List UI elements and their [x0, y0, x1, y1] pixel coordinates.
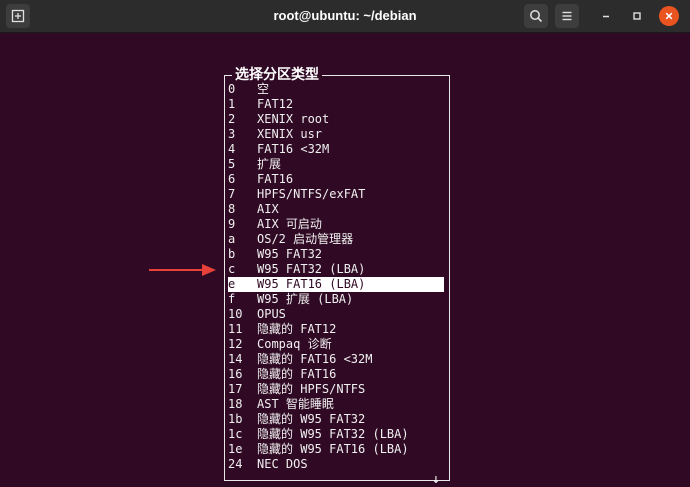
maximize-button[interactable] [627, 6, 647, 26]
partition-type-label: 隐藏的 W95 FAT16 (LBA) [257, 442, 409, 456]
partition-type-id: 24 [228, 457, 243, 471]
partition-type-label: NEC DOS [257, 457, 308, 471]
partition-type-id: 9 [228, 217, 236, 231]
partition-type-label: 隐藏的 HPFS/NTFS [257, 382, 366, 396]
red-arrow-icon [149, 264, 216, 276]
list-item[interactable]: 3 XENIX usr [228, 127, 444, 142]
partition-type-label: 空 [257, 82, 270, 96]
partition-type-label: W95 FAT32 [257, 247, 323, 261]
list-item[interactable]: f W95 扩展 (LBA) [228, 292, 444, 307]
partition-type-label: XENIX usr [257, 127, 323, 141]
list-item[interactable]: 1c 隐藏的 W95 FAT32 (LBA) [228, 427, 444, 442]
partition-type-label: 隐藏的 W95 FAT32 (LBA) [257, 427, 409, 441]
partition-type-id: c [228, 262, 236, 276]
list-item[interactable]: c W95 FAT32 (LBA) [228, 262, 444, 277]
partition-type-id: 12 [228, 337, 243, 351]
partition-type-id: 1e [228, 442, 243, 456]
partition-type-id: 17 [228, 382, 243, 396]
close-icon [665, 12, 673, 20]
partition-type-label: FAT16 [257, 172, 294, 186]
partition-type-id: b [228, 247, 236, 261]
list-item[interactable]: b W95 FAT32 [228, 247, 444, 262]
scroll-down-indicator: ↓ [432, 472, 440, 487]
list-item[interactable]: 12 Compaq 诊断 [228, 337, 444, 352]
partition-type-id: 16 [228, 367, 243, 381]
list-item[interactable]: 0空 [228, 82, 444, 97]
partition-type-label: FAT12 [257, 97, 294, 111]
minimize-icon [603, 15, 609, 18]
list-item[interactable]: 14 隐藏的 FAT16 <32M [228, 352, 444, 367]
partition-type-id: 8 [228, 202, 236, 216]
partition-type-id: 10 [228, 307, 243, 321]
partition-type-label: OS/2 启动管理器 [257, 232, 354, 246]
list-item-selected[interactable]: e W95 FAT16 (LBA) [228, 277, 444, 292]
search-button[interactable] [524, 4, 548, 28]
partition-type-id: 5 [228, 157, 236, 171]
list-item[interactable]: 8 AIX [228, 202, 444, 217]
partition-type-id: 3 [228, 127, 236, 141]
partition-type-id: 14 [228, 352, 243, 366]
partition-type-label: OPUS [257, 307, 286, 321]
list-item[interactable]: 1e 隐藏的 W95 FAT16 (LBA) [228, 442, 444, 457]
partition-type-label: Compaq 诊断 [257, 337, 332, 351]
list-item[interactable]: 9 AIX 可启动 [228, 217, 444, 232]
list-item[interactable]: 1 FAT12 [228, 97, 444, 112]
hamburger-menu-icon [562, 11, 572, 21]
terminal-area[interactable]: 选择分区类型 0 空 1 FAT12 2 XENIX root 3 XENIX usr 4 FAT… [0, 33, 690, 487]
partition-type-label: W95 FAT16 (LBA) [257, 277, 366, 291]
partition-type-id: 11 [228, 322, 243, 336]
partition-type-label: HPFS/NTFS/exFAT [257, 187, 366, 201]
partition-type-label: 扩展 [257, 157, 282, 171]
list-item[interactable]: 2 XENIX root [228, 112, 444, 127]
list-item[interactable]: 7 HPFS/NTFS/exFAT [228, 187, 444, 202]
list-item[interactable]: 4 FAT16 <32M [228, 142, 444, 157]
partition-type-id: a [228, 232, 236, 246]
partition-type-id: 0 [228, 82, 236, 96]
partition-type-id: f [228, 292, 236, 306]
list-item[interactable]: 24 NEC DOS [228, 457, 444, 472]
partition-type-id: 2 [228, 112, 236, 126]
list-item[interactable]: a OS/2 启动管理器 [228, 232, 444, 247]
partition-type-label: 隐藏的 FAT12 [257, 322, 337, 336]
menu-button[interactable] [555, 4, 579, 28]
list-item[interactable]: 10 OPUS [228, 307, 444, 322]
window-title: root@ubuntu: ~/debian [273, 8, 417, 23]
partition-type-id: 1c [228, 427, 243, 441]
list-item[interactable]: 5 扩展 [228, 157, 444, 172]
search-icon [530, 10, 543, 23]
partition-type-label: AIX 可启动 [257, 217, 322, 231]
partition-type-label: W95 FAT32 (LBA) [257, 262, 366, 276]
partition-type-id: 6 [228, 172, 236, 186]
partition-type-id: e [228, 277, 236, 291]
partition-type-label: AST 智能睡眠 [257, 397, 334, 411]
partition-type-id: 1b [228, 412, 243, 426]
list-item[interactable]: 17 隐藏的 HPFS/NTFS [228, 382, 444, 397]
partition-type-label: AIX [257, 202, 279, 216]
title-bar: root@ubuntu: ~/debian [0, 0, 690, 33]
partition-type-id: 4 [228, 142, 236, 156]
list-item[interactable]: 1b 隐藏的 W95 FAT32 [228, 412, 444, 427]
partition-type-label: FAT16 <32M [257, 142, 330, 156]
list-item[interactable]: 16 隐藏的 FAT16 [228, 367, 444, 382]
partition-type-id: 7 [228, 187, 236, 201]
partition-type-list[interactable]: 0 空 1 FAT12 2 XENIX root 3 XENIX usr 4 FAT16 <32M… [228, 82, 444, 472]
list-item[interactable]: 11 隐藏的 FAT12 [228, 322, 444, 337]
partition-type-label: 隐藏的 FAT16 [257, 367, 337, 381]
partition-type-label: 隐藏的 W95 FAT32 [257, 412, 366, 426]
partition-type-id: 18 [228, 397, 243, 411]
partition-type-label: XENIX root [257, 112, 330, 126]
partition-type-id: 1 [228, 97, 236, 111]
maximize-icon [633, 12, 641, 20]
list-item[interactable]: 18 AST 智能睡眠 [228, 397, 444, 412]
close-button[interactable] [659, 6, 679, 26]
partition-type-label: W95 扩展 (LBA) [257, 292, 354, 306]
minimize-button[interactable] [596, 6, 616, 26]
list-item[interactable]: 6 FAT16 [228, 172, 444, 187]
partition-type-label: 隐藏的 FAT16 <32M [257, 352, 373, 366]
